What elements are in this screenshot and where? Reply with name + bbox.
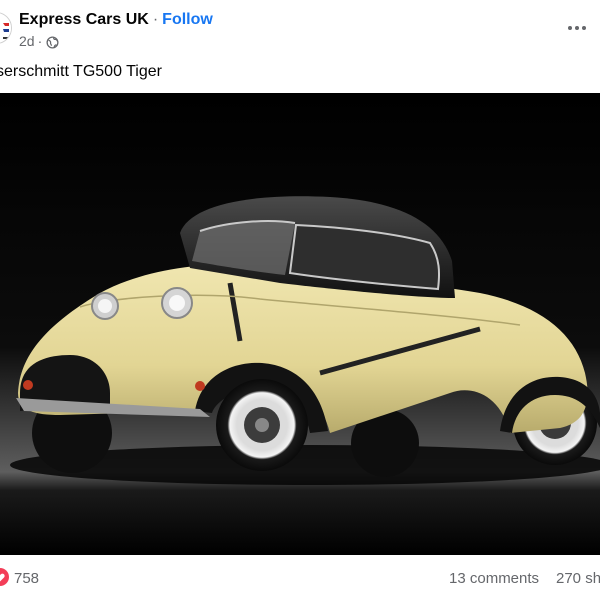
facebook-post: Express Cars UK · Follow 2d · serschmitt T… bbox=[0, 0, 600, 600]
reaction-count[interactable]: 758 bbox=[14, 570, 39, 588]
car-photo-image bbox=[0, 93, 600, 555]
globe-icon bbox=[46, 35, 59, 49]
page-avatar[interactable] bbox=[0, 12, 12, 44]
more-options-button[interactable] bbox=[562, 16, 592, 40]
page-name[interactable]: Express Cars UK bbox=[19, 11, 149, 28]
follow-button[interactable]: Follow bbox=[162, 11, 213, 28]
page-name-row: Express Cars UK · Follow bbox=[19, 9, 213, 31]
post-footer: 758 13 comments 270 sh bbox=[0, 563, 600, 595]
name-separator: · bbox=[152, 11, 159, 28]
comments-count[interactable]: 13 comments bbox=[449, 570, 539, 588]
avatar-logo-icon bbox=[0, 13, 11, 43]
post-caption: serschmitt TG500 Tiger bbox=[0, 63, 162, 80]
post-header: Express Cars UK · Follow 2d · bbox=[0, 0, 600, 58]
meta-separator: · bbox=[37, 33, 43, 49]
post-photo[interactable] bbox=[0, 93, 600, 555]
heart-icon[interactable] bbox=[0, 568, 9, 586]
post-timestamp[interactable]: 2d bbox=[19, 32, 35, 50]
post-meta: 2d · bbox=[19, 32, 59, 50]
shares-count[interactable]: 270 sh bbox=[556, 570, 600, 588]
more-horizontal-icon bbox=[568, 26, 586, 30]
